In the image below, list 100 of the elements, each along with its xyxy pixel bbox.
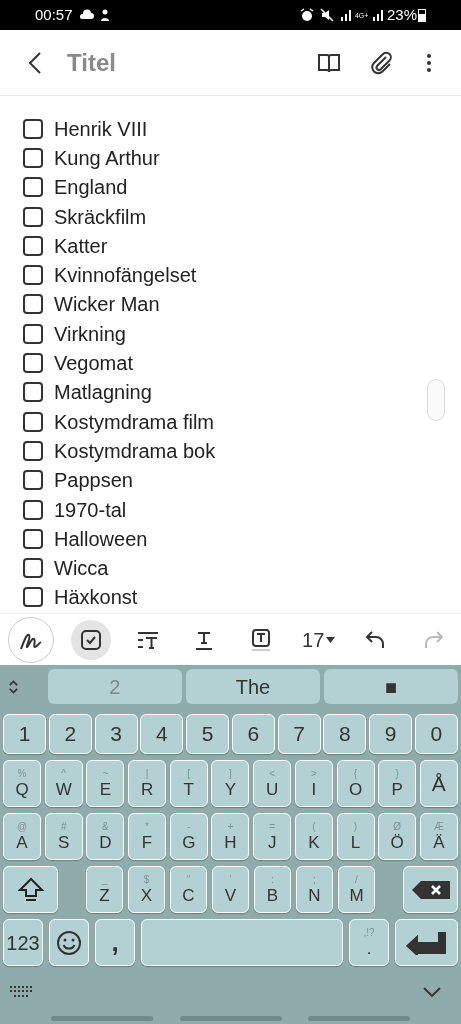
- keyboard-key[interactable]: * F: [128, 813, 167, 860]
- status-time: 00:57: [35, 4, 73, 25]
- shift-icon: [16, 876, 45, 903]
- cloud-icon: [78, 9, 95, 21]
- keyboard-key[interactable]: ' V: [212, 866, 249, 913]
- keyboard-key[interactable]: Ø Ö: [378, 813, 417, 860]
- battery-icon: [418, 8, 426, 22]
- suggestion-button[interactable]: The: [185, 669, 320, 704]
- checklist-item-text: Kvinnofängelset: [54, 263, 197, 289]
- caret-icon: [326, 636, 336, 643]
- keyboard-key[interactable]: ^ W: [44, 760, 83, 807]
- notification-icon: [98, 8, 111, 22]
- checkbox[interactable]: [23, 587, 43, 608]
- checklist-item-text: Kung Arthur: [54, 145, 160, 171]
- keyboard-key[interactable]: 2: [48, 714, 92, 754]
- more-icon[interactable]: [427, 52, 431, 73]
- signal-icon: [339, 9, 352, 21]
- checkbox[interactable]: [23, 353, 43, 373]
- keyboard-key[interactable]: 8: [323, 714, 367, 754]
- keyboard-key[interactable]: $ X: [128, 866, 165, 913]
- back-icon[interactable]: [28, 50, 42, 75]
- checkbox[interactable]: [23, 411, 43, 432]
- comma-key[interactable]: ,: [95, 919, 135, 966]
- checkbox[interactable]: [23, 177, 43, 198]
- keyboard-key[interactable]: / M: [338, 866, 375, 913]
- checkbox[interactable]: [23, 440, 43, 461]
- checkbox[interactable]: [23, 558, 43, 579]
- keyboard-key[interactable]: Æ Ä: [419, 813, 458, 860]
- checklist-item-text: Wicca: [54, 556, 109, 582]
- keyboard-key[interactable]: < U: [253, 760, 292, 807]
- enter-key[interactable]: [395, 919, 458, 966]
- checkbox[interactable]: [23, 235, 43, 256]
- checklist-item-text: Halloween: [54, 526, 148, 552]
- keyboard-key[interactable]: 7: [277, 714, 321, 754]
- checkbox[interactable]: [23, 147, 43, 168]
- keyboard-key[interactable]: - G: [169, 813, 208, 860]
- scroll-handle[interactable]: [427, 379, 445, 421]
- chevron-down-icon[interactable]: [422, 986, 442, 998]
- checkbox[interactable]: [23, 499, 43, 520]
- checklist-item-text: 1970-tal: [54, 497, 127, 523]
- keyboard-key[interactable]: # S: [44, 813, 83, 860]
- checklist-item-text: Henrik VIII: [54, 116, 148, 142]
- checklist-item-text: Häxkonst: [54, 585, 138, 611]
- keyboard-key[interactable]: ] Y: [211, 760, 250, 807]
- paperclip-icon[interactable]: [371, 50, 393, 75]
- keyboard-key[interactable]: Å: [419, 760, 458, 807]
- keyboard-key[interactable]: 0: [414, 714, 458, 754]
- signal-icon: [371, 9, 384, 21]
- keyboard-key[interactable]: ,!? .: [349, 919, 389, 966]
- keyboard-key[interactable]: 4: [140, 714, 184, 754]
- mute-icon: [319, 8, 334, 22]
- checklist-item-text: Vegomat: [54, 351, 133, 377]
- shift-key[interactable]: [3, 866, 58, 913]
- checkbox[interactable]: [23, 382, 43, 403]
- keyboard-key[interactable]: 9: [369, 714, 413, 754]
- checklist-item-text: Kostymdrama film: [54, 409, 215, 435]
- keyboard-key[interactable]: _ Z: [86, 866, 123, 913]
- checkbox[interactable]: [23, 294, 43, 315]
- checklist-item-text: Kostymdrama bok: [54, 438, 216, 464]
- keyboard-key[interactable]: ~ E: [86, 760, 125, 807]
- keyboard-key[interactable]: = J: [253, 813, 292, 860]
- checklist-item-text: Pappsen: [54, 468, 133, 494]
- checklist-item-text: Matlagning: [54, 380, 152, 406]
- checklist-item-text: Wicker Man: [54, 292, 160, 318]
- keyboard-key[interactable]: & D: [86, 813, 125, 860]
- keyboard-key[interactable]: + H: [211, 813, 250, 860]
- keyboard-key[interactable]: @ A: [3, 813, 41, 860]
- keyboard-key[interactable]: ( K: [294, 813, 333, 860]
- checkbox[interactable]: [23, 118, 43, 139]
- keyboard-key[interactable]: > I: [294, 760, 333, 807]
- checkbox[interactable]: [23, 265, 43, 286]
- keyboard-key[interactable]: 6: [231, 714, 275, 754]
- keyboard-key[interactable]: ; N: [296, 866, 333, 913]
- mode-key[interactable]: 123: [3, 919, 43, 966]
- emoji-key[interactable]: [49, 919, 89, 966]
- checklist-item-text: Virkning: [54, 321, 126, 347]
- backspace-key[interactable]: [403, 866, 458, 913]
- keyboard-key[interactable]: | R: [128, 760, 167, 807]
- book-icon[interactable]: [317, 52, 341, 73]
- checklist-item-text: England: [54, 175, 128, 201]
- keyboard-key[interactable]: : B: [254, 866, 291, 913]
- expand-icon[interactable]: [7, 677, 20, 696]
- font-size-button[interactable]: 17: [298, 617, 340, 662]
- checkbox[interactable]: [23, 528, 43, 549]
- checkbox[interactable]: [23, 470, 43, 491]
- keyboard-key[interactable]: 5: [186, 714, 230, 754]
- keyboard-key[interactable]: { O: [336, 760, 375, 807]
- keyboard-key[interactable]: % Q: [3, 760, 41, 807]
- keyboard-key[interactable]: } P: [378, 760, 417, 807]
- checkbox[interactable]: [23, 206, 43, 227]
- checkbox[interactable]: [23, 323, 43, 344]
- keyboard-key[interactable]: " C: [170, 866, 207, 913]
- keyboard-icon[interactable]: [9, 985, 33, 999]
- keyboard-key[interactable]: ) L: [336, 813, 375, 860]
- checkbox-icon: [78, 627, 103, 652]
- keyboard-key[interactable]: 1: [3, 714, 46, 754]
- suggestion-button[interactable]: ■: [323, 669, 458, 704]
- keyboard-key[interactable]: 3: [94, 714, 138, 754]
- checklist-item-text: Katter: [54, 233, 108, 259]
- keyboard-key[interactable]: [ T: [169, 760, 208, 807]
